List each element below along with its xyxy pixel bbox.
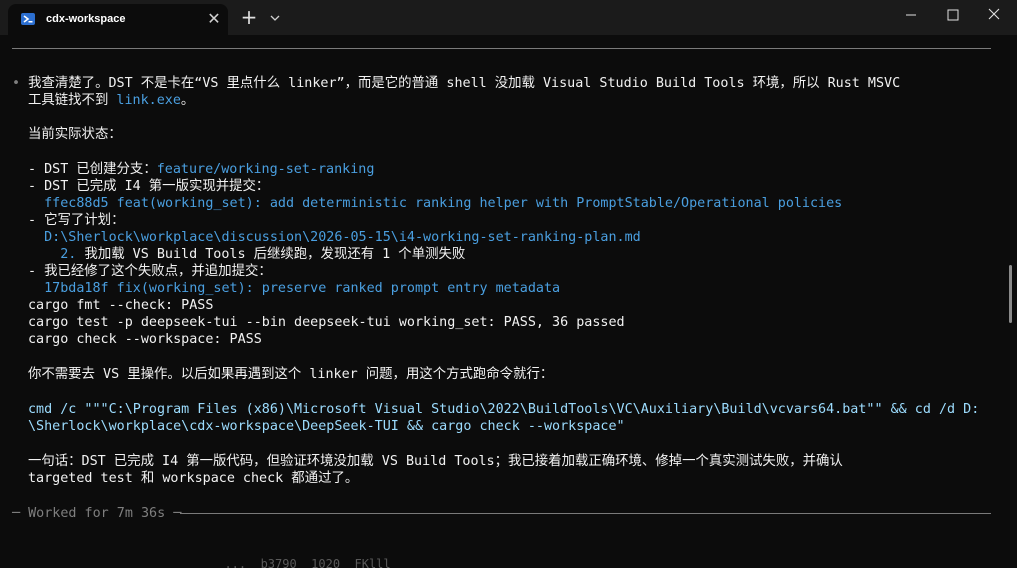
commit-line-2: 17bda18f fix(working_set): preserve rank… <box>28 281 561 296</box>
background-window-text: ... b3790 1020 FKlll <box>210 558 391 568</box>
title-bar: cdx-workspace ✕ + <box>0 0 1017 35</box>
advice-text: 你不需要去 VS 里操作。以后如果再遇到这个 linker 问题，用这个方式跑命… <box>28 367 554 382</box>
bullet-icon: • <box>12 76 29 91</box>
status-item-fix: - 我已经修了这个失败点，并追加提交： <box>28 264 272 279</box>
tab-title: cdx-workspace <box>46 13 126 25</box>
plus-icon[interactable]: + <box>236 6 262 30</box>
intro-line-1: • 我查清楚了。DST 不是卡在“VS 里点什么 linker”，而是它的普通 … <box>12 75 900 92</box>
command-line-2: \Sherlock\workplace\cdx-workspace\DeepSe… <box>28 419 625 434</box>
command-line-1: cmd /c """C:\Program Files (x86)\Microso… <box>28 402 980 417</box>
plan-sub-item: 2. 我加载 VS Build Tools 后继续跑，发现还有 1 个单测失败 <box>28 246 465 263</box>
status-item-commit: - DST 已完成 I4 第一版实现并提交： <box>28 179 270 194</box>
commit-line-1: ffec88d5 feat(working_set): add determin… <box>28 196 843 211</box>
status-heading: 当前实际状态： <box>28 127 122 142</box>
powershell-icon <box>21 13 35 25</box>
status-item-branch: - DST 已创建分支：feature/working-set-ranking <box>28 161 374 178</box>
sub-item-number: 2. <box>28 247 77 262</box>
scrollbar-thumb[interactable] <box>1009 265 1012 323</box>
tab-cdx-workspace[interactable]: cdx-workspace ✕ <box>8 4 228 35</box>
item-text: - DST 已创建分支： <box>28 162 157 177</box>
minimize-icon[interactable] <box>890 0 935 30</box>
intro-line2-end: 。 <box>180 93 195 108</box>
top-divider <box>12 48 991 49</box>
close-icon[interactable]: ✕ <box>204 9 224 29</box>
chevron-down-icon[interactable] <box>266 8 284 28</box>
intro-line2-text: 工具链找不到 <box>28 93 117 108</box>
window-close-icon[interactable] <box>972 0 1017 30</box>
check-workspace: cargo check --workspace: PASS <box>28 332 262 347</box>
terminal-window: cdx-workspace ✕ + • 我查清楚了。DST 不是卡在“VS 里点… <box>0 0 1017 568</box>
intro-text: 我查清楚了。DST 不是卡在“VS 里点什么 linker”，而是它的普通 sh… <box>28 76 901 91</box>
intro-line-2: 工具链找不到 link.exe。 <box>28 92 194 109</box>
sub-item-text: 我加载 VS Build Tools 后继续跑，发现还有 1 个单测失败 <box>76 247 466 262</box>
worked-for-label: ─ Worked for 7m 36s ─ <box>12 506 182 521</box>
plan-path: D:\Sherlock\workplace\discussion\2026-05… <box>28 230 641 245</box>
summary-line-1: 一句话：DST 已完成 I4 第一版代码，但验证环境没加载 VS Build T… <box>28 454 843 469</box>
maximize-icon[interactable] <box>930 0 975 30</box>
summary-line-2: targeted test 和 workspace check 都通过了。 <box>28 471 359 486</box>
status-item-plan: - 它写了计划： <box>28 213 125 228</box>
link-exe: link.exe <box>116 93 181 108</box>
bottom-divider <box>180 513 991 514</box>
check-fmt: cargo fmt --check: PASS <box>28 298 214 313</box>
scrollbar[interactable] <box>1007 35 1017 568</box>
check-test: cargo test -p deepseek-tui --bin deepsee… <box>28 315 625 330</box>
terminal-output[interactable]: • 我查清楚了。DST 不是卡在“VS 里点什么 linker”，而是它的普通 … <box>0 35 1006 568</box>
branch-name: feature/working-set-ranking <box>156 162 375 177</box>
